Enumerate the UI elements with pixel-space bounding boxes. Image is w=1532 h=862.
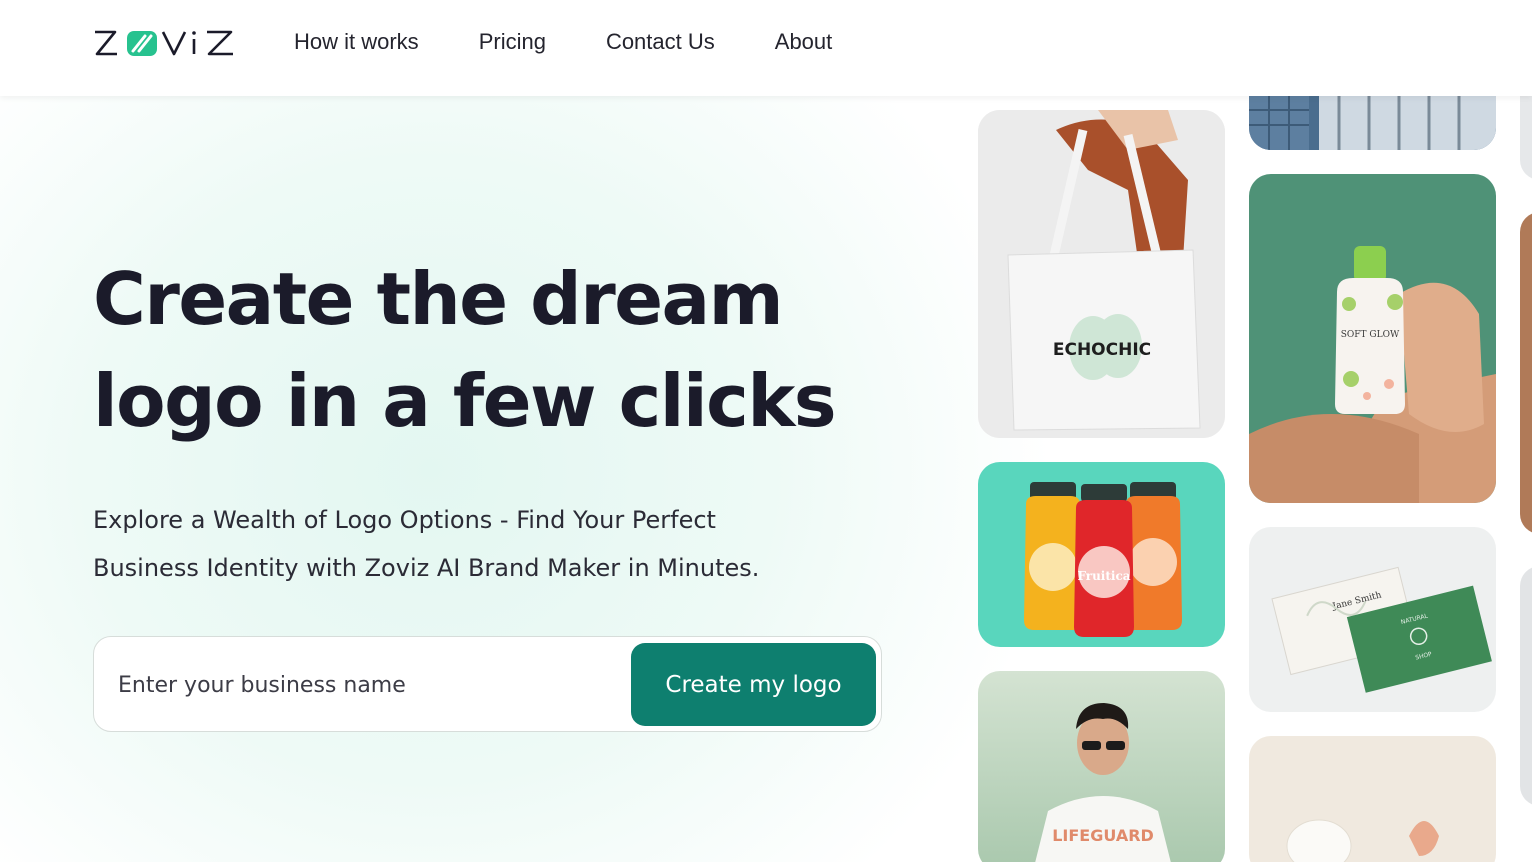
partial-photo-bottom (1520, 566, 1532, 806)
site-header: How it works Pricing Contact Us About (0, 0, 1532, 96)
cosmetic-bottle-mockup: SOFT GLOW (1249, 174, 1496, 503)
nav-pricing[interactable]: Pricing (479, 28, 546, 56)
main-nav: How it works Pricing Contact Us About (294, 28, 892, 56)
business-name-input[interactable] (118, 665, 598, 705)
hero-title-line-1: Create the dream (93, 257, 784, 341)
nav-how-it-works[interactable]: How it works (294, 28, 419, 56)
create-logo-button[interactable]: Create my logo (631, 643, 876, 726)
business-cards-mockup: Jane Smith NATURAL SHOP (1249, 527, 1496, 712)
hero-title-line-2: logo in a few clicks (93, 359, 837, 443)
bottle-brand-text: SOFT GLOW (1341, 330, 1400, 340)
hero-subtitle-line-1: Explore a Wealth of Logo Options - Find … (93, 506, 716, 534)
nav-about[interactable]: About (775, 28, 833, 56)
hero-subtitle: Explore a Wealth of Logo Options - Find … (93, 496, 873, 592)
tshirt-mockup: LIFEGUARD (978, 671, 1225, 862)
nav-contact-us[interactable]: Contact Us (606, 28, 715, 56)
tshirt-text: LIFEGUARD (1052, 826, 1154, 845)
juice-brand-text: Fruitica (1077, 569, 1130, 583)
partial-photo-middle (1520, 212, 1532, 534)
zoviz-logo[interactable] (93, 28, 235, 58)
tote-bag-mockup: ECHOCHIC (978, 110, 1225, 438)
hero-subtitle-line-2: Business Identity with Zoviz AI Brand Ma… (93, 554, 760, 582)
page: How it works Pricing Contact Us About Cr… (0, 0, 1532, 862)
tote-brand-text: ECHOCHIC (1053, 340, 1151, 360)
business-name-form: Create my logo (93, 636, 882, 732)
cream-product-mockup (1249, 736, 1496, 862)
juice-bottles-mockup: Fruitica (978, 462, 1225, 647)
hero-title: Create the dream logo in a few clicks (93, 248, 923, 452)
